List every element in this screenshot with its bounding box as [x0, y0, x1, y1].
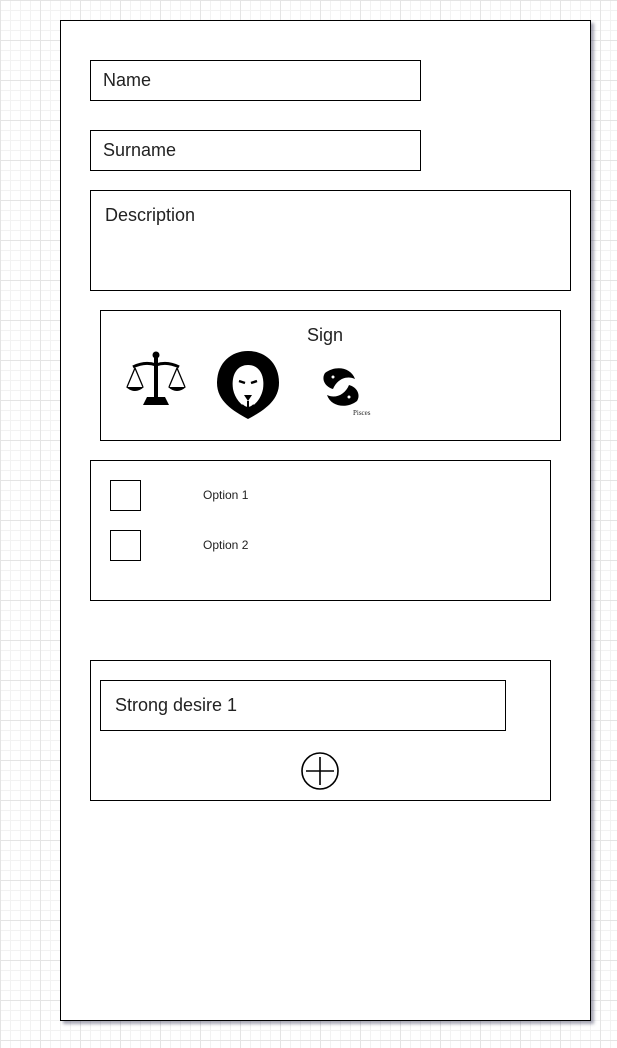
- option-1-label: Option 1: [203, 488, 249, 502]
- surname-placeholder: Surname: [103, 140, 177, 160]
- description-placeholder: Description: [105, 205, 196, 225]
- name-placeholder: Name: [103, 70, 152, 90]
- option-2-label: Option 2: [203, 538, 249, 552]
- sign-title: Sign: [307, 325, 344, 345]
- desires-group: Strong desire 1: [90, 660, 551, 801]
- leo-icon[interactable]: [215, 349, 281, 421]
- option-2-checkbox[interactable]: [110, 530, 141, 561]
- pisces-icon[interactable]: [319, 365, 363, 409]
- pisces-caption: Pisces: [353, 409, 371, 417]
- description-textarea[interactable]: Description: [90, 190, 571, 291]
- options-group: Option 1 Option 2: [90, 460, 551, 601]
- desire-text: Strong desire 1: [115, 695, 238, 715]
- desire-input[interactable]: Strong desire 1: [100, 680, 506, 731]
- name-input[interactable]: Name: [90, 60, 421, 101]
- libra-icon[interactable]: [125, 351, 187, 409]
- option-1-checkbox[interactable]: [110, 480, 141, 511]
- surname-input[interactable]: Surname: [90, 130, 421, 171]
- sign-selector: Sign Pisces: [100, 310, 561, 441]
- plus-circle-icon[interactable]: [300, 751, 340, 791]
